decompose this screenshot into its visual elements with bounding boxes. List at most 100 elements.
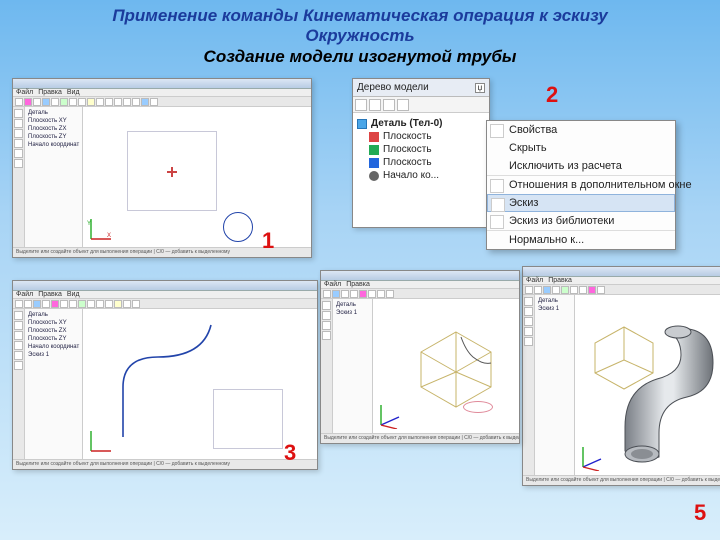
tree-node[interactable]: Эскиз 1 (538, 305, 571, 313)
toolbar-btn[interactable] (51, 98, 59, 106)
panel-tool-btn[interactable] (397, 99, 409, 111)
tree-node[interactable]: Деталь (28, 109, 79, 117)
toolbar-btn[interactable] (150, 98, 158, 106)
tool-btn[interactable] (524, 327, 533, 336)
toolbar-btn[interactable] (105, 98, 113, 106)
toolbar-btn[interactable] (114, 300, 122, 308)
toolbar-btn[interactable] (51, 300, 59, 308)
toolbar-btn[interactable] (87, 98, 95, 106)
toolbar-btn[interactable] (33, 98, 41, 106)
tree-node[interactable]: Эскиз 1 (28, 351, 79, 359)
tool-btn[interactable] (14, 331, 23, 340)
toolbar-btn[interactable] (96, 98, 104, 106)
toolbar-btn[interactable] (525, 286, 533, 294)
tree-item[interactable]: Плоскость (357, 131, 485, 142)
toolbar-btn[interactable] (552, 286, 560, 294)
toolbar-btn[interactable] (96, 300, 104, 308)
toolbar-btn[interactable] (386, 290, 394, 298)
toolbar-btn[interactable] (87, 300, 95, 308)
tool-btn[interactable] (14, 109, 23, 118)
tool-btn[interactable] (322, 331, 331, 340)
toolbar-btn[interactable] (543, 286, 551, 294)
toolbar-btn[interactable] (132, 98, 140, 106)
menu-view[interactable]: Вид (67, 291, 80, 298)
toolbar-btn[interactable] (60, 300, 68, 308)
toolbar-btn[interactable] (24, 98, 32, 106)
pin-icon[interactable]: џ (475, 83, 485, 93)
tree-node[interactable]: Эскиз 1 (336, 309, 369, 317)
toolbar-btn[interactable] (579, 286, 587, 294)
tree-node[interactable]: Деталь (538, 297, 571, 305)
menu-item-hide[interactable]: Скрыть (487, 139, 675, 157)
menu-file[interactable]: Файл (16, 89, 33, 96)
menu-item-relations[interactable]: Отношения в дополнительном окне (487, 175, 675, 194)
tree-item[interactable]: Начало ко... (357, 170, 485, 181)
panel-tool-btn[interactable] (369, 99, 381, 111)
tool-btn[interactable] (322, 321, 331, 330)
toolbar-btn[interactable] (15, 98, 23, 106)
tool-btn[interactable] (524, 307, 533, 316)
menu-item-sketch-lib[interactable]: Эскиз из библиотеки (487, 212, 675, 230)
tool-btn[interactable] (524, 317, 533, 326)
tree-root[interactable]: Деталь (Тел-0) (357, 118, 485, 129)
tree-node[interactable]: Плоскость XY (28, 117, 79, 125)
drawing-canvas[interactable] (83, 309, 317, 459)
menu-edit[interactable]: Правка (38, 89, 62, 96)
tool-btn[interactable] (14, 159, 23, 168)
toolbar-btn[interactable] (69, 300, 77, 308)
toolbar-btn[interactable] (105, 300, 113, 308)
menu-item-properties[interactable]: Свойства (487, 121, 675, 139)
menu-file[interactable]: Файл (324, 281, 341, 288)
drawing-canvas[interactable]: YX (83, 107, 311, 247)
menu-file[interactable]: Файл (16, 291, 33, 298)
toolbar-btn[interactable] (33, 300, 41, 308)
menu-edit[interactable]: Правка (38, 291, 62, 298)
tool-btn[interactable] (14, 321, 23, 330)
tool-btn[interactable] (14, 119, 23, 128)
toolbar-btn[interactable] (15, 300, 23, 308)
tree-node[interactable]: Деталь (336, 301, 369, 309)
tool-btn[interactable] (322, 301, 331, 310)
tool-btn[interactable] (14, 361, 23, 370)
tree-node[interactable]: Плоскость ZY (28, 133, 79, 141)
toolbar-btn[interactable] (597, 286, 605, 294)
toolbar-btn[interactable] (123, 300, 131, 308)
toolbar-btn[interactable] (141, 98, 149, 106)
tool-btn[interactable] (14, 311, 23, 320)
tree-item[interactable]: Плоскость (357, 144, 485, 155)
toolbar-btn[interactable] (332, 290, 340, 298)
menu-item-sketch[interactable]: Эскиз (487, 194, 675, 212)
toolbar-btn[interactable] (561, 286, 569, 294)
drawing-canvas[interactable] (373, 299, 519, 433)
toolbar-btn[interactable] (368, 290, 376, 298)
toolbar-btn[interactable] (60, 98, 68, 106)
toolbar-btn[interactable] (534, 286, 542, 294)
tool-btn[interactable] (322, 311, 331, 320)
toolbar-btn[interactable] (42, 98, 50, 106)
toolbar-btn[interactable] (42, 300, 50, 308)
tree-node[interactable]: Плоскость ZX (28, 327, 79, 335)
toolbar-btn[interactable] (350, 290, 358, 298)
tool-btn[interactable] (14, 139, 23, 148)
tool-btn[interactable] (14, 351, 23, 360)
drawing-canvas[interactable] (575, 295, 720, 475)
tree-node[interactable]: Плоскость ZY (28, 335, 79, 343)
toolbar-btn[interactable] (24, 300, 32, 308)
tool-btn[interactable] (524, 297, 533, 306)
toolbar-btn[interactable] (132, 300, 140, 308)
tree-node[interactable]: Плоскость XY (28, 319, 79, 327)
tool-btn[interactable] (524, 337, 533, 346)
menu-file[interactable]: Файл (526, 277, 543, 284)
toolbar-btn[interactable] (341, 290, 349, 298)
tree-node[interactable]: Начало координат (28, 343, 79, 351)
toolbar-btn[interactable] (123, 98, 131, 106)
menu-view[interactable]: Вид (67, 89, 80, 96)
tree-node[interactable]: Деталь (28, 311, 79, 319)
toolbar-btn[interactable] (69, 98, 77, 106)
toolbar-btn[interactable] (359, 290, 367, 298)
tool-btn[interactable] (14, 341, 23, 350)
toolbar-btn[interactable] (78, 300, 86, 308)
menu-edit[interactable]: Правка (346, 281, 370, 288)
toolbar-btn[interactable] (570, 286, 578, 294)
menu-edit[interactable]: Правка (548, 277, 572, 284)
